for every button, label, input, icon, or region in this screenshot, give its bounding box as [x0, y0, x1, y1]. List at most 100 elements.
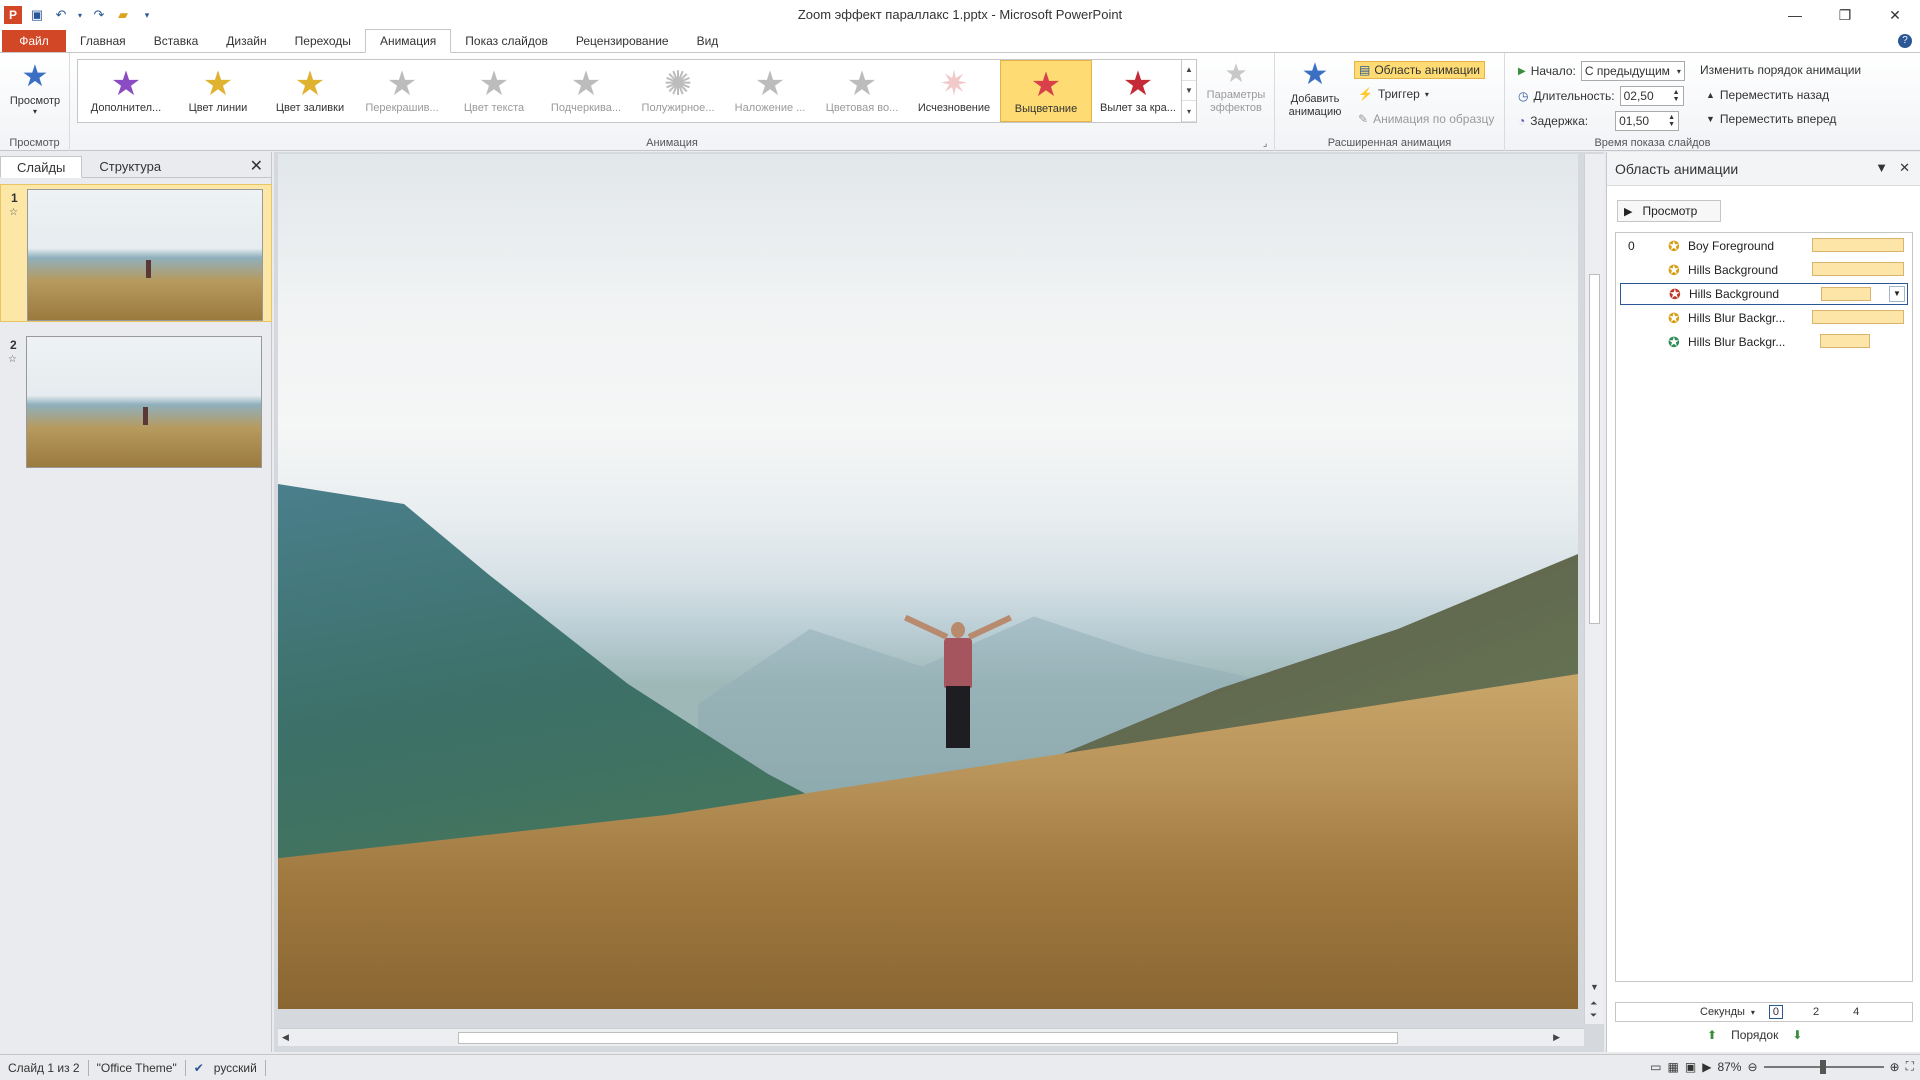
save-icon[interactable]: ▣ [28, 6, 46, 24]
unit-dropdown-icon[interactable]: ▾ [1751, 1008, 1755, 1017]
gallery-up-icon[interactable]: ▲ [1182, 60, 1196, 81]
undo-dropdown-icon[interactable]: ▾ [76, 6, 84, 24]
animation-painter-button[interactable]: ✎ Анимация по образцу [1358, 112, 1494, 126]
anim-recolor[interactable]: ★ Перекрашив... [356, 60, 448, 122]
tab-design[interactable]: Дизайн [212, 30, 280, 52]
trigger-button[interactable]: ⚡ Триггер ▾ [1358, 87, 1429, 101]
zoom-level[interactable]: 87% [1717, 1060, 1741, 1074]
add-animation-button[interactable]: ★ Добавить анимацию [1281, 57, 1349, 119]
move-down-arrow-icon[interactable]: ⬇ [1792, 1028, 1802, 1042]
animation-marker-icon: ☆ [9, 207, 18, 218]
horizontal-scrollbar[interactable]: ◀ ▶ [278, 1028, 1584, 1046]
customize-qat-icon[interactable]: ▾ [138, 6, 156, 24]
close-icon[interactable]: ✕ [1899, 160, 1910, 176]
spellcheck-icon[interactable]: ✔ [194, 1061, 204, 1075]
open-folder-icon[interactable]: ▰ [114, 6, 132, 24]
gallery-down-icon[interactable]: ▼ [1182, 81, 1196, 102]
zoom-in-icon[interactable]: ⊕ [1890, 1060, 1900, 1074]
arrow-down-icon: ▼ [1706, 114, 1715, 124]
next-slide-icon[interactable]: ⏷ [1590, 1010, 1597, 1021]
tab-slides[interactable]: Слайды [0, 156, 83, 178]
anim-underline[interactable]: ★ Подчеркива... [540, 60, 632, 122]
redo-icon[interactable]: ↷ [90, 6, 108, 24]
start-select[interactable]: С предыдущим ▾ [1580, 61, 1685, 81]
fit-to-window-icon[interactable]: ⛶ [1906, 1059, 1914, 1074]
previous-slide-icon[interactable]: ⏶ [1590, 998, 1597, 1009]
maximize-button[interactable]: ❐ [1820, 0, 1870, 30]
move-up-arrow-icon[interactable]: ⬆ [1707, 1028, 1717, 1042]
anim-bold-flash[interactable]: ✺ Полужирное... [632, 60, 724, 122]
play-button[interactable]: ▶ Просмотр [1617, 200, 1721, 222]
anim-disappear[interactable]: ✷ Исчезновение [908, 60, 1000, 122]
close-button[interactable]: ✕ [1870, 0, 1920, 30]
duration-input[interactable]: 02,50 ▲ ▼ [1619, 86, 1684, 106]
emphasis-star-icon: ✪ [1668, 237, 1680, 254]
slide-show-icon[interactable]: ▶ [1702, 1060, 1711, 1074]
zoom-out-icon[interactable]: ⊖ [1747, 1060, 1757, 1074]
undo-icon[interactable]: ↶ [52, 6, 70, 24]
list-item[interactable]: ✪ Hills Blur Backgr... [1616, 331, 1912, 353]
vertical-scrollbar[interactable]: ▼ ⏶ ⏷ [1584, 154, 1604, 1024]
slide-sorter-icon[interactable]: ▦ [1668, 1060, 1679, 1074]
anim-brush-color[interactable]: ★ Наложение ... [724, 60, 816, 122]
theme-name[interactable]: "Office Theme" [97, 1061, 177, 1075]
gallery-more-icon[interactable]: ▾ [1182, 101, 1196, 123]
star-icon: ★ [110, 65, 142, 103]
item-dropdown-icon[interactable]: ▼ [1889, 286, 1905, 302]
zoom-slider[interactable] [1763, 1059, 1884, 1074]
timing-group-label: Время показа слайдов [1594, 137, 1711, 149]
minimize-button[interactable]: — [1770, 0, 1820, 30]
tab-file[interactable]: Файл [2, 30, 66, 52]
anim-fly-out[interactable]: ★ Вылет за кра... [1092, 60, 1184, 122]
tab-insert[interactable]: Вставка [140, 30, 213, 52]
clock-icon: ◷ [1518, 89, 1529, 103]
boy-foreground[interactable] [904, 614, 1012, 762]
spin-arrows-icon[interactable]: ▲ ▼ [1673, 89, 1680, 103]
scroll-right-icon[interactable]: ▶ [1553, 1032, 1560, 1043]
move-earlier-button[interactable]: ▲ Переместить назад [1706, 88, 1829, 102]
spin-arrows-icon[interactable]: ▲ ▼ [1668, 114, 1675, 128]
emphasis-star-icon: ✪ [1668, 261, 1680, 278]
tab-view[interactable]: Вид [683, 30, 733, 52]
tab-home[interactable]: Главная [66, 30, 140, 52]
effect-options-button[interactable]: ★ Параметры эффектов [1202, 57, 1270, 115]
tab-slide-show[interactable]: Показ слайдов [451, 30, 562, 52]
scroll-down-icon[interactable]: ▼ [1590, 982, 1599, 992]
reading-view-icon[interactable]: ▣ [1685, 1060, 1696, 1074]
pane-options-icon[interactable]: ▼ [1875, 160, 1888, 175]
normal-view-icon[interactable]: ▭ [1650, 1060, 1661, 1074]
star-icon: ★ [1122, 65, 1154, 103]
slide-thumbnail-1[interactable]: 1 ☆ [0, 184, 272, 322]
language-indicator[interactable]: русский [214, 1061, 257, 1075]
help-icon[interactable]: ? [1898, 34, 1912, 48]
tab-animations[interactable]: Анимация [364, 29, 452, 53]
anim-font-color[interactable]: ★ Цвет текста [448, 60, 540, 122]
close-icon[interactable]: ✕ [250, 156, 263, 176]
tab-review[interactable]: Рецензирование [562, 30, 683, 52]
powerpoint-app-icon[interactable]: P [4, 6, 22, 24]
anim-line-color[interactable]: ★ Цвет линии [172, 60, 264, 122]
anim-fade[interactable]: ★ Выцветание [1000, 60, 1092, 122]
dialog-launcher-icon[interactable]: ⌟ [1263, 138, 1267, 149]
tab-outline[interactable]: Структура [82, 155, 178, 177]
slide-canvas[interactable] [278, 154, 1578, 1009]
anim-color-wave[interactable]: ★ Цветовая во... [816, 60, 908, 122]
tab-transitions[interactable]: Переходы [281, 30, 365, 52]
list-item[interactable]: ✪ Hills Background [1616, 259, 1912, 281]
anim-emphasis-more[interactable]: ★ Дополнител... [80, 60, 172, 122]
list-item[interactable]: ✪ Hills Blur Backgr... [1616, 307, 1912, 329]
anim-fill-color[interactable]: ★ Цвет заливки [264, 60, 356, 122]
move-later-button[interactable]: ▼ Переместить вперед [1706, 112, 1836, 126]
scroll-left-icon[interactable]: ◀ [282, 1032, 289, 1043]
delay-input[interactable]: 01,50 ▲ ▼ [1615, 111, 1680, 131]
slide-thumbnail-2[interactable]: 2 ☆ [0, 332, 272, 470]
animation-pane-button[interactable]: ▤ Область анимации [1354, 61, 1485, 79]
list-item[interactable]: 0 ✪ Boy Foreground [1616, 235, 1912, 257]
vertical-scroll-thumb[interactable] [1589, 274, 1600, 624]
star-icon: ★ [294, 65, 326, 103]
horizontal-scroll-thumb[interactable] [458, 1032, 1398, 1044]
list-item[interactable]: ✪ Hills Background ▼ [1620, 283, 1908, 305]
preview-button[interactable]: ★ Просмотр ▾ [4, 59, 66, 116]
entrance-star-icon: ✪ [1668, 333, 1680, 350]
star-icon: ★ [754, 65, 786, 103]
